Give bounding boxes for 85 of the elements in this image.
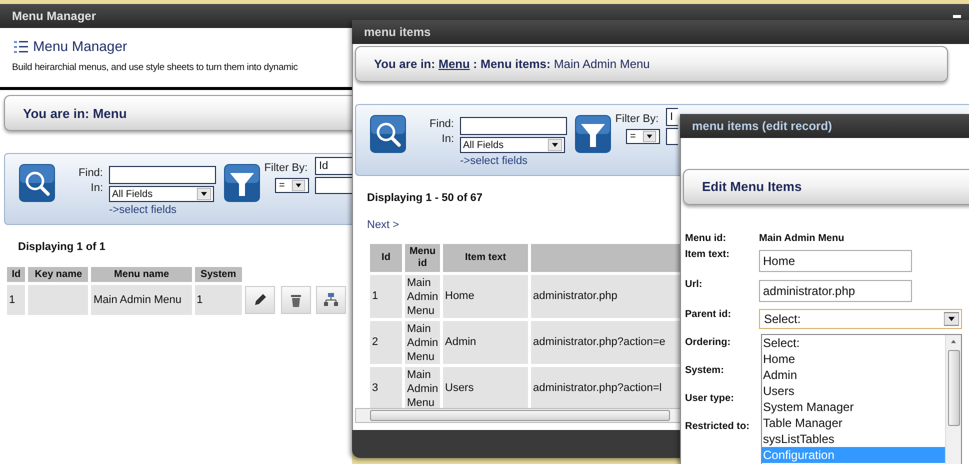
in-select[interactable]: All Fields bbox=[109, 186, 214, 202]
table-cell: Home bbox=[443, 275, 528, 318]
page-description: Build heirarchial menus, and use style sheets to turn them into dynamic bbox=[12, 61, 299, 75]
dropdown-option[interactable]: Select: bbox=[762, 335, 945, 351]
dropdown-arrow-icon bbox=[643, 130, 656, 142]
breadcrumb-text: You are in: Menu bbox=[23, 104, 127, 122]
window-title: Menu Manager bbox=[12, 8, 96, 25]
funnel-icon bbox=[575, 115, 611, 153]
find-field[interactable] bbox=[460, 117, 567, 135]
page-heading: Menu Manager bbox=[33, 37, 128, 56]
record-count: Displaying 1 - 50 of 67 bbox=[367, 191, 484, 206]
search-icon bbox=[19, 164, 55, 202]
column-header: Id bbox=[370, 244, 402, 272]
window-title: menu items bbox=[364, 24, 431, 41]
in-label: In: bbox=[442, 132, 454, 147]
filter-value-field[interactable]: Id bbox=[315, 157, 352, 176]
filter-value-field[interactable] bbox=[666, 128, 678, 145]
filter-value-field[interactable]: I bbox=[666, 108, 678, 126]
filter-value-field[interactable] bbox=[315, 177, 352, 194]
column-header: Id bbox=[7, 266, 26, 282]
text-field[interactable]: Home bbox=[759, 250, 912, 272]
record-count: Displaying 1 of 1 bbox=[18, 240, 106, 256]
table-cell: Main Admin Menu bbox=[405, 367, 440, 410]
operator-select[interactable]: = bbox=[626, 128, 660, 144]
dropdown-arrow-icon bbox=[197, 188, 211, 200]
filter-by-label: Filter By: bbox=[264, 161, 308, 176]
table-cell: Admin bbox=[443, 321, 528, 364]
delete-button[interactable] bbox=[280, 286, 311, 314]
funnel-icon bbox=[224, 164, 260, 202]
parent-select[interactable]: Select: bbox=[759, 309, 962, 329]
dropdown-arrow-icon bbox=[292, 180, 305, 191]
hierarchy-button[interactable] bbox=[316, 286, 346, 314]
field-label: Restricted to: bbox=[685, 420, 750, 434]
table-cell: 3 bbox=[370, 367, 402, 410]
scrollbar-thumb[interactable] bbox=[948, 350, 960, 426]
select-fields-link[interactable]: ->select fields bbox=[460, 153, 567, 170]
dropdown-option[interactable]: sysListTables bbox=[762, 431, 945, 447]
in-select[interactable]: All Fields bbox=[460, 137, 565, 153]
field-label: Url: bbox=[685, 278, 704, 292]
dropdown-arrow-icon bbox=[944, 312, 959, 326]
window-title: menu items (edit record) bbox=[692, 118, 832, 135]
filter-by-label: Filter By: bbox=[615, 112, 659, 127]
table-cell: Main Admin Menu bbox=[91, 284, 192, 315]
field-label: Menu id: bbox=[685, 232, 728, 246]
field-label: Item text: bbox=[685, 248, 730, 262]
table-cell: 1 bbox=[7, 284, 26, 315]
vertical-scrollbar[interactable] bbox=[945, 335, 961, 464]
sitemap-icon bbox=[323, 292, 340, 308]
list-icon bbox=[14, 40, 28, 52]
search-icon bbox=[370, 115, 406, 153]
dropdown-option[interactable]: Home bbox=[762, 351, 945, 367]
table-cell bbox=[28, 284, 88, 315]
table-cell: Users bbox=[443, 367, 528, 410]
column-header: System bbox=[194, 266, 242, 282]
operator-select[interactable]: = bbox=[275, 178, 309, 193]
find-field[interactable] bbox=[109, 166, 216, 184]
column-header: Menu name bbox=[91, 266, 192, 282]
text-field[interactable]: administrator.php bbox=[759, 280, 912, 302]
dropdown-option[interactable]: Table Manager bbox=[762, 415, 945, 431]
find-label: Find: bbox=[430, 117, 454, 132]
section-heading: Edit Menu Items bbox=[702, 178, 802, 196]
dropdown-option[interactable]: Users bbox=[762, 383, 945, 399]
next-link[interactable]: Next > bbox=[367, 216, 400, 233]
scroll-up-icon bbox=[950, 339, 957, 344]
dropdown-option[interactable]: System Manager bbox=[762, 399, 945, 415]
column-header: Item text bbox=[443, 244, 528, 272]
column-header: Key name bbox=[28, 266, 88, 282]
table-cell: 1 bbox=[370, 275, 402, 318]
select-fields-link[interactable]: ->select fields bbox=[109, 202, 216, 219]
breadcrumb-link[interactable]: Menu bbox=[438, 57, 470, 71]
table-cell: 2 bbox=[370, 321, 402, 364]
edit-button[interactable] bbox=[245, 286, 276, 314]
breadcrumb-text: You are in: Menu : Menu items: Main Admin Menu bbox=[374, 56, 650, 73]
find-label: Find: bbox=[78, 166, 103, 182]
column-header: Menu id bbox=[405, 244, 440, 272]
table-cell: 1 bbox=[194, 284, 242, 315]
minimize-icon[interactable] bbox=[953, 14, 961, 18]
table-cell: Main Admin Menu bbox=[405, 275, 440, 318]
pencil-icon bbox=[252, 292, 268, 308]
dropdown-arrow-icon bbox=[548, 139, 562, 151]
table-cell: Main Admin Menu bbox=[405, 321, 440, 364]
in-label: In: bbox=[90, 181, 103, 196]
scrollbar-thumb[interactable] bbox=[370, 410, 670, 421]
dropdown-option[interactable]: Admin bbox=[762, 367, 945, 383]
field-value: Main Admin Menu bbox=[759, 232, 844, 246]
